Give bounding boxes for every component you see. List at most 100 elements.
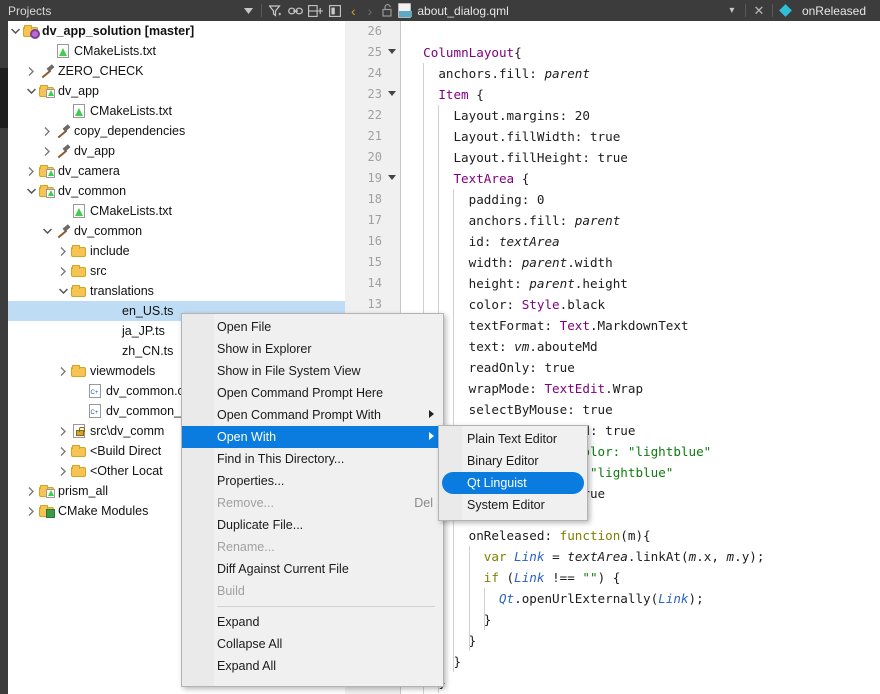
fold-marker-icon[interactable] [388,42,396,63]
split-icon[interactable] [305,0,325,21]
qt-doc-icon [72,204,85,218]
code-line: Layout.fillWidth: true [402,126,880,147]
filter-icon[interactable] [265,0,285,21]
tree-item[interactable]: copy_dependencies [8,121,345,141]
folder-icon [71,465,86,477]
project-scroll-track[interactable] [0,21,8,694]
file-dropdown-icon[interactable]: ▾ [722,0,742,21]
tree-item[interactable]: ZERO_CHECK [8,61,345,81]
chevron-down-icon[interactable] [24,181,38,201]
indent-guide [438,273,440,294]
file-tab-name[interactable]: about_dialog.qml [417,4,508,18]
chevron-down-icon[interactable] [56,281,70,301]
indent-guide [483,588,485,609]
code-token: parent [521,255,568,270]
submenu-item[interactable]: Qt Linguist [442,472,584,494]
context-menu-item[interactable]: Find in This Directory... [182,448,443,470]
context-menu-item-label: Show in Explorer [217,342,312,356]
chevron-right-icon[interactable] [24,481,38,501]
tree-item[interactable]: include [8,241,345,261]
chevron-right-icon[interactable] [24,61,38,81]
context-menu-item[interactable]: Collapse All [182,633,443,655]
context-menu[interactable]: Open File Show in Explorer Show in File Sy… [181,313,444,687]
indent-guide [453,231,455,252]
chevron-right-icon[interactable] [56,441,70,461]
tree-item-icon [38,161,55,181]
unlocked-icon[interactable] [378,0,398,21]
context-menu-item[interactable]: Properties... [182,470,443,492]
context-menu-item[interactable]: Open With [182,426,443,448]
chevron-right-icon[interactable] [56,261,70,281]
submenu-item[interactable]: Binary Editor [439,450,587,472]
code-token: 0 [536,192,545,207]
code-token: padding: [468,192,537,207]
code-token: .y); [734,549,765,564]
submenu-item[interactable]: System Editor [439,494,587,516]
context-menu-item[interactable]: Open Command Prompt With [182,404,443,426]
symbol-name[interactable]: onReleased [802,4,866,18]
indent-guide [453,588,455,609]
chevron-right-icon[interactable] [56,421,70,441]
chevron-right-icon[interactable] [40,141,54,161]
tree-item[interactable]: dv_app [8,141,345,161]
chevron-right-icon[interactable] [24,161,38,181]
context-menu-item[interactable]: Expand [182,611,443,633]
chevron-down-icon[interactable] [40,221,54,241]
code-line: Layout.fillHeight: true [402,147,880,168]
chevron-right-icon[interactable] [56,361,70,381]
folder-icon [71,245,86,257]
tree-item[interactable]: dv_app [8,81,345,101]
chevron-right-icon[interactable] [56,241,70,261]
line-number: 13 [367,297,382,311]
submenu-item[interactable]: Plain Text Editor [439,428,587,450]
project-scroll-thumb[interactable] [0,68,8,128]
nav-forward-button[interactable]: › [362,3,379,19]
tree-item-label: dv_common [58,184,127,198]
tree-item[interactable]: CMakeLists.txt [8,201,345,221]
tree-item-label: ja_JP.ts [122,324,165,338]
indent-guide [423,210,425,231]
tree-item[interactable]: dv_common [8,221,345,241]
context-menu-item[interactable]: Show in Explorer [182,338,443,360]
chevron-right-icon[interactable] [24,501,38,521]
code-text: var Link = textArea.linkAt(m.x, m.y); [484,549,765,564]
tree-item[interactable]: CMakeLists.txt [8,101,345,121]
context-menu-item[interactable]: Diff Against Current File [182,558,443,580]
chevron-down-icon[interactable] [8,21,22,41]
open-with-submenu[interactable]: Plain Text Editor Binary Editor Qt Linguis… [438,425,588,521]
chevron-right-icon[interactable] [56,461,70,481]
chevron-down-icon[interactable] [24,81,38,101]
tree-item[interactable]: CMakeLists.txt [8,41,345,61]
tree-item[interactable]: dv_common [8,181,345,201]
chevron-right-icon[interactable] [40,121,54,141]
indent-guide [453,294,455,315]
context-menu-item-label: Build [217,584,245,598]
context-menu-item-label: Diff Against Current File [217,562,349,576]
tree-item[interactable]: src [8,261,345,281]
fold-marker-icon[interactable] [388,84,396,105]
context-menu-item[interactable]: Duplicate File... [182,514,443,536]
tree-item[interactable]: dv_camera [8,161,345,181]
nav-back-button[interactable]: ‹ [345,3,362,19]
context-menu-item[interactable]: Open File [182,316,443,338]
close-file-icon[interactable]: ✕ [749,0,769,21]
code-token: Link [514,570,545,585]
tree-item[interactable]: dv_app_solution [master] [8,21,345,41]
editor-code-area[interactable]: ColumnLayout{anchors.fill: parent Item {L… [402,21,880,694]
qt-folder-icon [39,185,55,198]
link-icon[interactable] [285,0,305,21]
collapse-panel-icon[interactable] [325,0,345,21]
context-menu-item[interactable]: Expand All [182,655,443,677]
chevron-down-icon[interactable] [238,0,258,21]
tree-item[interactable]: translations [8,281,345,301]
context-menu-item[interactable]: Show in File System View [182,360,443,382]
line-number: 23 [367,87,382,101]
line-number: 21 [367,129,382,143]
tree-item-label: dv_common.c [106,384,184,398]
context-menu-item[interactable]: Open Command Prompt Here [182,382,443,404]
code-token: onReleased: [468,528,560,543]
locked-file-icon [72,424,85,438]
fold-marker-icon[interactable] [388,168,396,189]
